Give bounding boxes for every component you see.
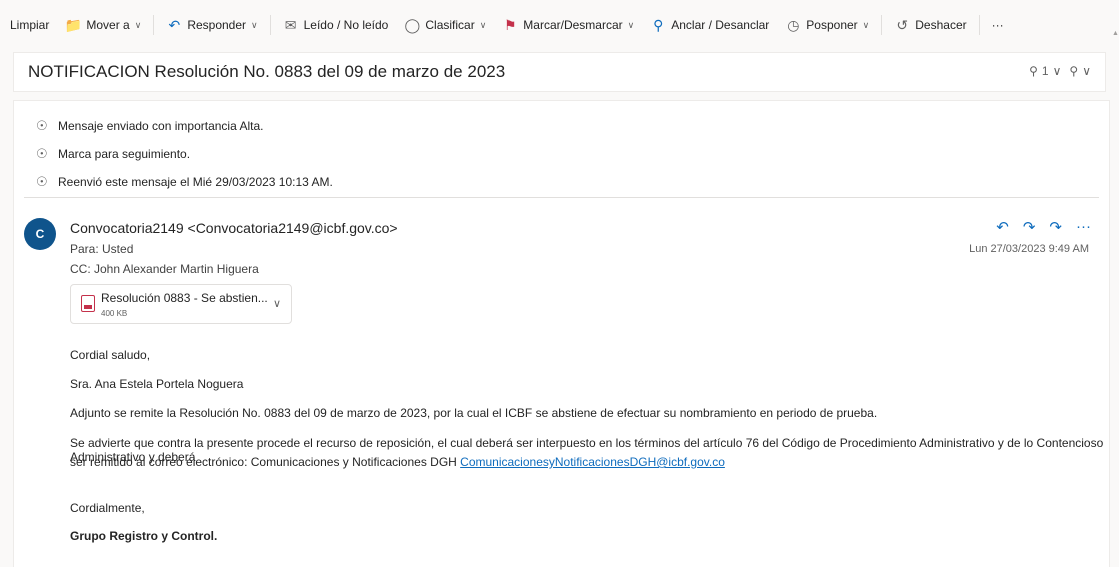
pin-icon: ⚲	[653, 16, 664, 33]
divider	[24, 197, 1099, 198]
pin-button[interactable]: ⚲ Anclar / Desanclar	[642, 11, 777, 39]
importance-text: Mensaje enviado con importancia Alta.	[58, 119, 264, 133]
chevron-down-icon[interactable]: ∨	[1082, 64, 1091, 78]
message-actions: ↶ ↷ ↷ ···	[996, 218, 1091, 236]
body-closing: Cordialmente,	[70, 501, 145, 515]
cc-recipients: CC: John Alexander Martin Higuera	[70, 262, 259, 276]
folder-move-icon: 📁	[64, 16, 83, 33]
envelope-open-icon: ✉	[284, 16, 297, 33]
reply-icon: ↶	[168, 16, 181, 33]
bulb-icon: ☉	[36, 174, 48, 189]
email-subject: NOTIFICACION Resolución No. 0883 del 09 …	[28, 62, 506, 81]
flag-label: Marcar/Desmarcar	[523, 18, 623, 32]
flag-text: Marca para seguimiento.	[58, 147, 191, 161]
bulb-icon: ☉	[36, 146, 48, 161]
read-unread-label: Leído / No leído	[303, 18, 389, 32]
to-recipients: Para: Usted	[70, 242, 134, 256]
importance-info: ☉ Mensaje enviado con importancia Alta.	[36, 118, 263, 134]
subject-tools: ⚲ 1 ∨ ⚲ ∨	[1025, 64, 1091, 78]
read-unread-button[interactable]: ✉ Leído / No leído	[275, 11, 397, 39]
paperclip-icon[interactable]: ⚲	[1029, 64, 1038, 78]
pin-label: Anclar / Desanclar	[671, 18, 770, 32]
toolbar-divider	[269, 15, 271, 35]
toolbar-divider	[978, 15, 980, 35]
clock-icon: ◷	[787, 16, 800, 33]
message-date: Lun 27/03/2023 9:49 AM	[969, 243, 1089, 255]
move-label: Mover a	[86, 18, 130, 32]
attachment-card[interactable]: Resolución 0883 - Se abstien... 400 KB ∨	[70, 284, 292, 324]
sender-name[interactable]: Convocatoria2149 <Convocatoria2149@icbf.…	[70, 220, 398, 236]
categorize-button[interactable]: ◯ Clasificar ∨	[396, 11, 494, 39]
undo-button[interactable]: ↺ Deshacer	[886, 11, 974, 39]
bulb-icon: ☉	[36, 118, 48, 133]
snooze-button[interactable]: ◷ Posponer ∨	[777, 11, 877, 39]
command-toolbar: Limpiar 📁 Mover a ∨ ↶ Responder ∨ ✉ Leído / N…	[0, 0, 1119, 50]
more-label: ···	[991, 18, 1004, 32]
toolbar-divider	[153, 15, 155, 35]
zoom-icon[interactable]: ⚲	[1069, 64, 1078, 78]
avatar[interactable]: C	[24, 218, 56, 250]
reading-pane: ☉ Mensaje enviado con importancia Alta. ☉…	[13, 100, 1110, 567]
reply-button[interactable]: ↶ Responder ∨	[158, 11, 265, 39]
clean-label: Limpiar	[10, 18, 50, 32]
body-signature: Grupo Registro y Control.	[70, 529, 218, 543]
flag-icon: ⚑	[504, 16, 517, 33]
undo-icon: ↺	[896, 16, 909, 33]
body-recipient: Sra. Ana Estela Portela Noguera	[70, 377, 244, 391]
chevron-down-icon: ∨	[627, 19, 635, 30]
tag-icon: ◯	[404, 16, 421, 33]
chevron-down-icon: ∨	[134, 19, 142, 30]
attachment-name: Resolución 0883 - Se abstien...	[101, 291, 268, 305]
undo-label: Deshacer	[915, 18, 967, 32]
flag-info: ☉ Marca para seguimiento.	[36, 146, 190, 162]
snooze-label: Posponer	[806, 18, 858, 32]
forward-icon[interactable]: ↷	[1049, 218, 1062, 236]
attachment-size: 400 KB	[101, 309, 128, 318]
move-button[interactable]: 📁 Mover a ∨	[57, 11, 149, 39]
more-actions-button[interactable]: ···	[984, 11, 1012, 39]
forward-info: ☉ Reenvió este mensaje el Mié 29/03/2023 …	[36, 174, 333, 190]
body-paragraph-2b-text: ser remitido al correo electrónico: Comu…	[70, 455, 461, 469]
reply-all-icon[interactable]: ↷	[1023, 218, 1036, 236]
chevron-down-icon[interactable]: ∨	[273, 297, 281, 310]
scrollbar[interactable]: ▲	[1111, 30, 1119, 567]
categorize-label: Clasificar	[425, 18, 475, 32]
scroll-up-icon[interactable]: ▲	[1112, 30, 1119, 37]
body-paragraph-1: Adjunto se remite la Resolución No. 0883…	[70, 406, 878, 420]
reply-label: Responder	[187, 18, 247, 32]
chevron-down-icon: ∨	[479, 19, 487, 30]
chevron-down-icon[interactable]: ∨	[1053, 64, 1062, 78]
flag-button[interactable]: ⚑ Marcar/Desmarcar ∨	[494, 11, 642, 39]
pdf-icon	[81, 295, 95, 312]
toolbar-divider	[881, 15, 883, 35]
subject-bar: NOTIFICACION Resolución No. 0883 del 09 …	[13, 52, 1106, 92]
reply-icon[interactable]: ↶	[996, 218, 1009, 236]
attachment-count: 1	[1041, 64, 1049, 78]
email-link[interactable]: ComunicacionesyNotificacionesDGH@icbf.go…	[460, 455, 725, 469]
body-greeting: Cordial saludo,	[70, 348, 151, 362]
forward-text: Reenvió este mensaje el Mié 29/03/2023 1…	[58, 175, 333, 189]
chevron-down-icon: ∨	[251, 19, 258, 30]
more-icon[interactable]: ···	[1076, 218, 1091, 236]
clean-button[interactable]: Limpiar	[10, 11, 57, 39]
chevron-down-icon: ∨	[862, 19, 870, 30]
body-paragraph-2b: ser remitido al correo electrónico: Comu…	[70, 455, 725, 469]
